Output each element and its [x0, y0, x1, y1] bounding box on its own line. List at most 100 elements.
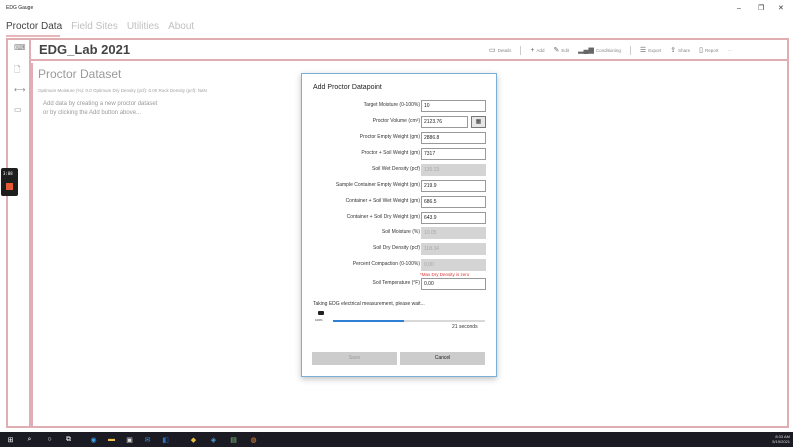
target-moisture-input[interactable] [421, 100, 486, 112]
field-label: Proctor + Soil Weight (gm) [361, 150, 420, 156]
field-label: Proctor Empty Weight (gm) [359, 134, 420, 140]
save-button[interactable]: Save [312, 352, 397, 365]
conditioning-button[interactable]: ▂▄▆ Conditioning [578, 46, 621, 54]
share-icon: ⇪ [670, 47, 677, 54]
edit-label: Edit [561, 47, 570, 53]
field-label: Sample Container Empty Weight (gm) [335, 182, 420, 188]
tab-utilities[interactable]: Utilities [127, 20, 159, 36]
pencil-icon: ✎ [553, 47, 560, 54]
container-wet-weight-input[interactable] [421, 196, 486, 208]
field-row: Soil Wet Density (pcf) [302, 164, 498, 176]
details-button[interactable]: ▭ Details [489, 46, 511, 54]
app-icon[interactable]: ◈ [208, 434, 219, 445]
conditioning-label: Conditioning [595, 47, 621, 53]
field-row: Target Moisture (0-100%) [302, 100, 498, 112]
app-title: EDG Gauge [6, 5, 34, 11]
active-tab-indicator [6, 35, 60, 37]
field-row: Sample Container Empty Weight (gm) [302, 180, 498, 192]
share-button[interactable]: ⇪ Share [670, 46, 690, 54]
dataset-hint-line: Add data by creating a new proctor datas… [43, 101, 158, 107]
tab-field-sites[interactable]: Field Sites [71, 20, 118, 36]
system-clock[interactable]: 8:33 AM 5/19/2021 [772, 434, 790, 444]
task-view-icon[interactable]: ⧉ [63, 434, 74, 445]
edit-button[interactable]: ✎ Edit [554, 46, 570, 54]
proctor-empty-weight-input[interactable] [421, 132, 486, 144]
report-icon: ▯ [699, 47, 703, 54]
field-label: Container + Soil Wet Weight (gm) [345, 198, 420, 204]
toolbar-divider [520, 45, 522, 55]
calculator-icon[interactable]: ▦ [471, 116, 486, 128]
signal-bars-icon: ▂▄▆ [578, 47, 594, 54]
page-title: EDG_Lab 2021 [39, 42, 131, 57]
cortana-icon[interactable]: ○ [44, 434, 55, 445]
photos-icon[interactable]: ▤ [228, 434, 239, 445]
details-label: Details [497, 47, 512, 53]
field-row: Proctor + Soil Weight (gm) [302, 148, 498, 160]
outlook-icon[interactable]: ◧ [160, 434, 171, 445]
measurement-status: Taking EDG electrical measurement, pleas… [313, 301, 425, 307]
mail-icon[interactable]: ✉ [142, 434, 153, 445]
export-label: Export [648, 47, 662, 53]
screen-recorder-widget[interactable]: 3:08 [1, 168, 18, 196]
top-nav: Proctor Data Field Sites Utilities About [6, 20, 194, 36]
dataset-title: Proctor Dataset [38, 67, 122, 81]
dataset-hint: Add data by creating a new proctor datas… [43, 100, 157, 118]
container-empty-weight-input[interactable] [421, 180, 486, 192]
field-row: Container + Soil Wet Weight (gm) [302, 196, 498, 208]
tab-proctor-data[interactable]: Proctor Data [6, 20, 62, 36]
field-label: Percent Compaction (0-100%) [352, 261, 420, 267]
report-label: Report [704, 47, 719, 53]
more-button[interactable]: ··· [727, 48, 732, 53]
store-icon[interactable]: ▣ [124, 434, 135, 445]
battery-percent: 100% [315, 318, 323, 322]
field-label: Soil Moisture (%) [381, 229, 420, 235]
field-label: Proctor Volume (cm³) [372, 118, 420, 124]
dialog-title: Add Proctor Datapoint [313, 84, 382, 91]
soil-moisture-field [421, 227, 486, 239]
minimize-button[interactable]: – [737, 4, 741, 14]
proctor-soil-weight-input[interactable] [421, 148, 486, 160]
recorder-time: 3:08 [3, 171, 13, 176]
field-label: Soil Dry Density (pcf) [373, 245, 420, 251]
field-row: Proctor Empty Weight (gm) [302, 132, 498, 144]
dataset-meta: Optimum Moisture (%): 0.0 Optimum Dry De… [38, 88, 207, 93]
taskbar: ⊞ ⌕ ○ ⧉ ◉ ▬ ▣ ✉ ◧ ◆ ◈ ▤ ◍ 8:33 AM 5/19/2… [0, 432, 793, 447]
edg-gauge-app-icon[interactable]: ◆ [188, 434, 199, 445]
field-row: Soil Moisture (%) [302, 227, 498, 239]
progress-fill [333, 320, 405, 322]
add-button[interactable]: + Add [530, 47, 544, 54]
container-dry-weight-input[interactable] [421, 212, 486, 224]
windows-start-icon[interactable]: ⊞ [5, 434, 16, 445]
percent-compaction-field [421, 259, 486, 271]
cancel-button[interactable]: Cancel [400, 352, 485, 365]
maximize-button[interactable]: ❐ [758, 4, 764, 14]
progress-bar [333, 320, 485, 322]
close-button[interactable]: ✕ [778, 4, 784, 14]
search-icon[interactable]: ⌕ [24, 434, 35, 445]
error-message: *Max Dry Density is zero [420, 272, 470, 277]
add-proctor-datapoint-dialog: Add Proctor Datapoint Target Moisture (0… [301, 73, 497, 377]
soil-temperature-input[interactable] [421, 278, 486, 290]
field-row: Proctor Volume (cm³) ▦ [302, 116, 498, 128]
stop-record-icon[interactable] [6, 183, 13, 190]
file-explorer-icon[interactable]: ▬ [106, 434, 117, 445]
export-button[interactable]: ☰ Export [640, 46, 661, 54]
soil-wet-density-field [421, 164, 486, 176]
tablet-icon[interactable]: ▭ [14, 105, 22, 115]
dataset-hint-line: or by clicking the Add button above... [43, 110, 142, 116]
toolbar-divider [629, 45, 631, 55]
add-label: Add [536, 47, 545, 53]
proctor-volume-input[interactable] [421, 116, 468, 128]
clock-date: 5/19/2021 [772, 439, 790, 444]
arrows-icon[interactable]: ⟷ [14, 85, 25, 95]
field-row: Soil Temperature (°F) [302, 278, 498, 290]
field-row: Container + Soil Dry Weight (gm) [302, 212, 498, 224]
chrome-icon[interactable]: ◍ [248, 434, 259, 445]
keyboard-icon[interactable]: ⌨ [14, 43, 26, 53]
document-icon[interactable]: 🗋 [14, 65, 20, 75]
field-label: Container + Soil Dry Weight (gm) [346, 214, 420, 220]
report-button[interactable]: ▯ Report [699, 46, 718, 54]
edge-icon[interactable]: ◉ [88, 434, 99, 445]
tab-about[interactable]: About [168, 20, 194, 36]
battery-icon [318, 311, 324, 315]
